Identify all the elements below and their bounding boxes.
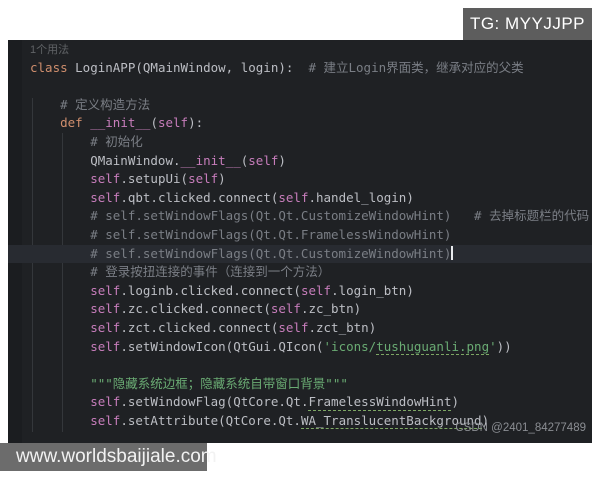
telegram-watermark-text: TG: MYYJJPP	[469, 14, 586, 33]
code-token: self	[90, 301, 121, 317]
code-token: self	[90, 171, 121, 187]
code-line[interactable]: # self.setWindowFlags(Qt.Qt.CustomizeWin…	[8, 207, 592, 226]
code-token: .zct_btn)	[308, 319, 377, 335]
code-lines: 1个用法 class LoginAPP(QMainWindow, login): …	[8, 40, 592, 430]
code-token: # self.setWindowFlags(Qt.Qt.CustomizeWin…	[30, 245, 452, 261]
code-token: # 登录按扭连接的事件（连接到一个方法）	[30, 264, 331, 280]
code-line[interactable]: self.setWindowFlag(QtCore.Qt.FramelessWi…	[8, 393, 592, 412]
code-token: self	[188, 171, 219, 187]
code-token: self	[90, 412, 121, 428]
code-token: 1个用法	[30, 44, 70, 56]
code-token: )	[451, 394, 460, 410]
code-token: self	[90, 394, 121, 410]
code-line[interactable]: self.setupUi(self)	[8, 170, 592, 189]
code-token: # 初始化	[30, 133, 143, 149]
code-token: self	[157, 115, 189, 131]
code-token: self	[90, 282, 121, 298]
code-token: .login_btn)	[331, 282, 414, 298]
code-line[interactable]: """隐藏系统边框；隐藏系统自带窗口背景"""	[8, 375, 592, 394]
page: { "watermarks": { "telegram": "TG: MYYJJ…	[0, 0, 600, 480]
usage-hint-line[interactable]: 1个用法	[8, 40, 592, 59]
code-token: .qbt.clicked.connect(	[120, 189, 279, 205]
code-token: # 建立Login界面类，继承对应的父类	[293, 59, 524, 75]
code-token: '	[489, 338, 497, 354]
code-token: self	[270, 301, 301, 317]
code-token: (	[150, 115, 158, 131]
code-token: .setWindowIcon(QtGui.QIcon(	[120, 338, 324, 354]
code-token: .setWindowFlag(QtCore.Qt.	[120, 394, 309, 410]
code-token: self	[278, 319, 309, 335]
code-token: .zc_btn)	[300, 301, 362, 317]
code-line[interactable]: self.qbt.clicked.connect(self.handel_log…	[8, 189, 592, 208]
code-token: self	[90, 319, 121, 335]
code-line[interactable]	[8, 77, 592, 96]
code-line[interactable]: # self.setWindowFlags(Qt.Qt.FramelessWin…	[8, 226, 592, 245]
code-token: ))	[496, 338, 512, 354]
code-token: self	[300, 282, 332, 298]
code-token: class	[30, 59, 76, 75]
code-token: .setAttribute(QtCore.Qt.	[120, 412, 301, 428]
code-token: tushuguanli.png	[376, 338, 490, 355]
code-line[interactable]: def __init__(self):	[8, 114, 592, 133]
code-editor[interactable]: 1个用法 class LoginAPP(QMainWindow, login): …	[8, 40, 592, 443]
code-token: FramelessWindowHint	[308, 394, 452, 411]
code-line[interactable]: self.setWindowIcon(QtGui.QIcon('icons/tu…	[8, 338, 592, 357]
code-token: # 定义构造方法	[30, 96, 151, 112]
code-line[interactable]: # 登录按扭连接的事件（连接到一个方法）	[8, 263, 592, 282]
code-line[interactable]: self.loginb.clicked.connect(self.login_b…	[8, 282, 592, 301]
code-token: QMainWindow.	[30, 152, 181, 168]
site-watermark: www.worldsbaijiale.com	[0, 443, 217, 471]
code-token: self	[278, 189, 309, 205]
text-caret	[451, 246, 454, 261]
telegram-watermark: TG: MYYJJPP	[463, 8, 592, 40]
code-token: self	[90, 338, 121, 354]
code-token: .handel_login)	[308, 189, 414, 205]
code-token: __init__	[180, 152, 241, 168]
code-token: LoginAPP(QMainWindow, login):	[75, 59, 294, 75]
code-token: .loginb.clicked.connect(	[120, 282, 301, 298]
code-token: self	[90, 189, 121, 205]
code-line[interactable]: # 初始化	[8, 133, 592, 152]
code-line[interactable]: class LoginAPP(QMainWindow, login): # 建立…	[8, 59, 592, 78]
code-line[interactable]: self.zct.clicked.connect(self.zct_btn)	[8, 319, 592, 338]
code-token: self	[248, 152, 279, 168]
code-line[interactable]: QMainWindow.__init__(self)	[8, 152, 592, 171]
code-token: ):	[188, 115, 204, 131]
code-token: )	[218, 171, 226, 187]
code-token: .zc.clicked.connect(	[120, 301, 271, 317]
code-token: # self.setWindowFlags(Qt.Qt.CustomizeWin…	[30, 208, 590, 224]
csdn-watermark: CSDN @2401_84277489	[455, 422, 586, 434]
code-token: 'icons/	[323, 338, 377, 354]
code-token: # self.setWindowFlags(Qt.Qt.FramelessWin…	[30, 226, 452, 242]
code-line[interactable]: # 定义构造方法	[8, 96, 592, 115]
code-line[interactable]: # self.setWindowFlags(Qt.Qt.CustomizeWin…	[8, 244, 592, 264]
code-line[interactable]: self.zc.clicked.connect(self.zc_btn)	[8, 300, 592, 319]
code-token: )	[278, 152, 286, 168]
code-token: def	[60, 115, 91, 131]
code-line[interactable]	[8, 356, 592, 375]
code-token: .zct.clicked.connect(	[120, 319, 279, 335]
code-token: .setupUi(	[120, 171, 189, 187]
code-token: """隐藏系统边框；隐藏系统自带窗口背景"""	[90, 375, 348, 391]
code-token: __init__	[90, 115, 151, 131]
site-watermark-text: www.worldsbaijiale.com	[16, 446, 217, 467]
